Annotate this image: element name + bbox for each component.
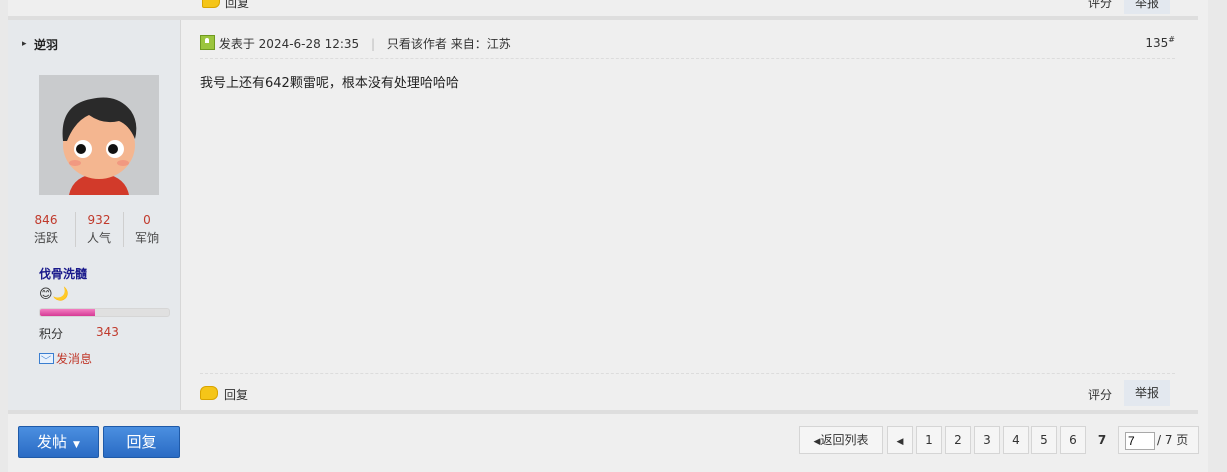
rank-progress-fill [40,309,96,316]
new-post-label: 发帖 [37,433,68,451]
send-message-label: 发消息 [56,352,93,366]
report-button[interactable]: 举报 [1124,380,1170,406]
author-stats: 846 活跃 932 人气 0 军饷 [23,212,163,248]
total-pages-label: / 7 页 [1157,433,1189,447]
prev-page-button[interactable]: ◀ [887,426,913,454]
rank-title[interactable]: 伐骨洗髓 [39,265,87,282]
rank-level-icons: 😊🌙 [39,287,69,302]
previous-rate-link[interactable]: 评分 [1088,0,1112,11]
page-link[interactable]: 1 [916,426,942,454]
rank-progress-bar [39,308,170,317]
only-author-link[interactable]: 只看该作者 [387,37,447,51]
online-status-icon: ▸ [22,39,27,49]
chevron-down-icon: ▼ [73,440,80,450]
page-link[interactable]: 4 [1003,426,1029,454]
bottom-divider [8,410,1198,414]
previous-report-button[interactable]: 举报 [1124,0,1170,14]
post-date: 2024-6-28 12:35 [258,37,360,51]
floor-number: 135 [1145,36,1169,50]
stat-pay[interactable]: 0 军饷 [123,212,170,247]
stat-label: 军饷 [134,231,159,245]
stat-value: 932 [87,213,111,227]
footer-divider-line [200,373,1175,374]
author-name[interactable]: 逆羽 [34,36,58,53]
reply-icon[interactable] [202,0,220,8]
post-header: 发表于 2024-6-28 12:35 | 只看该作者 来自：江苏 135# [200,35,1175,55]
page-number-input[interactable] [1125,432,1155,450]
new-post-button[interactable]: 发帖 ▼ [18,426,99,458]
header-divider: | [371,37,376,51]
previous-reply-link[interactable]: 回复 [225,0,249,11]
page-link[interactable]: 6 [1060,426,1086,454]
stat-value: 846 [34,213,58,227]
send-message-link[interactable]: 发消息 [39,350,92,367]
floor-number-link[interactable]: 135# [1145,35,1175,50]
floor-mark: # [1168,35,1175,44]
online-user-icon [200,35,215,50]
stat-label: 人气 [86,231,111,245]
avatar[interactable] [39,75,159,195]
avatar-illustration [39,75,159,195]
rate-link[interactable]: 评分 [1088,386,1112,403]
points-label: 积分 [39,327,64,341]
back-to-list-label: 返回列表 [820,433,869,447]
points-value: 343 [96,325,119,339]
author-sidebar: ▸ 逆羽 846 活跃 932 人气 0 军饷 伐骨洗髓 😊🌙 积分 343 发… [8,20,181,412]
stat-activity[interactable]: 846 活跃 [23,212,69,247]
page-link[interactable]: 3 [974,426,1000,454]
reply-link[interactable]: 回复 [224,386,248,403]
page-link[interactable]: 5 [1031,426,1057,454]
previous-post-footer: 回复 评分 举报 [8,0,1198,20]
post-date-label: 发表于 [218,37,255,51]
page-link[interactable]: 2 [945,426,971,454]
chevron-left-icon: ◀ [896,437,904,447]
page-jump: / 7 页 [1118,426,1199,454]
reply-icon[interactable] [200,386,218,400]
post-location: 来自：江苏 [450,37,511,51]
stat-popularity[interactable]: 932 人气 [75,212,122,247]
post-message: 我号上还有642颗雷呢，根本没有处理哈哈哈 [200,76,459,91]
stat-label: 活跃 [33,231,58,245]
thread-page: 回复 评分 举报 ▸ 逆羽 846 活跃 932 人气 0 军饷 伐骨洗髓 😊🌙… [8,0,1208,472]
mail-icon [39,353,54,364]
reply-button[interactable]: 回复 [103,426,180,458]
header-divider-line [200,58,1175,59]
back-to-list-button[interactable]: ◀返回列表 [799,426,883,454]
current-page: 7 [1097,433,1107,447]
post-content: 发表于 2024-6-28 12:35 | 只看该作者 来自：江苏 135# 我… [180,20,1198,412]
stat-value: 0 [143,213,151,227]
